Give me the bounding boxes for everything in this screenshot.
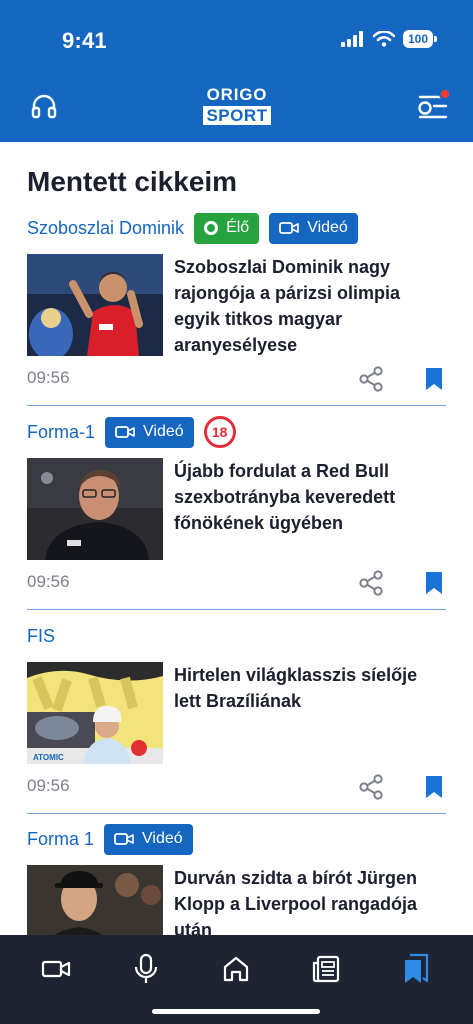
live-badge[interactable]: Élő	[194, 212, 260, 244]
nav-home[interactable]	[216, 949, 256, 989]
home-indicator	[152, 1009, 320, 1014]
headphones-button[interactable]	[24, 86, 64, 126]
article-time: 09:56	[27, 368, 70, 387]
nav-saved[interactable]	[396, 949, 436, 989]
nav-podcast[interactable]	[126, 949, 166, 989]
article-time: 09:56	[27, 776, 70, 795]
video-badge[interactable]: Videó	[104, 823, 193, 855]
nav-articles[interactable]	[306, 949, 346, 989]
video-badge-label: Videó	[143, 423, 184, 440]
battery-indicator: 100	[402, 30, 438, 48]
divider	[27, 405, 446, 406]
article-time: 09:56	[27, 572, 70, 591]
coach-photo	[27, 865, 163, 935]
category-link[interactable]: Forma 1	[27, 829, 94, 850]
category-link[interactable]: Szoboszlai Dominik	[27, 218, 184, 239]
status-time: 9:41	[62, 28, 107, 53]
video-badge[interactable]: Videó	[105, 416, 194, 448]
article-headline[interactable]: Újabb fordulat a Red Bull szexbotrányba …	[174, 458, 444, 536]
skier-photo: ATOMIC	[27, 662, 163, 764]
video-badge-label: Videó	[307, 219, 348, 236]
video-camera-icon	[114, 833, 134, 845]
team-principal-photo	[27, 458, 163, 560]
live-badge-label: Élő	[226, 219, 250, 236]
logo-text-bottom: SPORT	[203, 106, 271, 125]
saved-articles-list[interactable]: Mentett cikkeim Szoboszlai Dominik Élő V…	[0, 142, 473, 935]
divider	[27, 609, 446, 610]
origo-sport-logo[interactable]: ORIGO SPORT	[203, 85, 271, 126]
microphone-icon	[134, 953, 158, 983]
article-tags: Forma-1 Videó 18	[27, 416, 236, 448]
bookmarks-icon	[405, 953, 429, 983]
article-thumbnail[interactable]	[27, 458, 163, 560]
page-title: Mentett cikkeim	[27, 166, 238, 197]
newspaper-icon	[312, 955, 340, 983]
article-thumbnail[interactable]	[27, 254, 163, 356]
video-badge[interactable]: Videó	[269, 212, 358, 244]
article-headline[interactable]: Durván szidta a bírót Jürgen Klopp a Liv…	[174, 865, 444, 935]
article-headline[interactable]: Hirtelen világklasszis síelője lett Braz…	[174, 662, 444, 714]
article-thumbnail[interactable]	[27, 865, 163, 935]
share-icon[interactable]	[358, 774, 384, 800]
divider	[27, 813, 446, 814]
home-icon	[223, 956, 249, 982]
live-dot-icon	[204, 221, 219, 235]
app-header: 9:41 100 ORIGO SPORT	[0, 0, 473, 142]
nav-video[interactable]	[36, 949, 76, 989]
signal-icon	[340, 31, 363, 47]
category-link[interactable]: FIS	[27, 626, 55, 647]
football-player-photo	[27, 254, 163, 356]
menu-button[interactable]	[413, 86, 453, 126]
headphones-icon	[31, 94, 57, 119]
bookmark-icon[interactable]	[424, 774, 444, 800]
bookmark-icon[interactable]	[424, 366, 444, 392]
article-tags: Szoboszlai Dominik Élő Videó	[27, 212, 358, 244]
video-badge-label: Videó	[142, 830, 183, 847]
svg-text:ATOMIC: ATOMIC	[33, 753, 64, 762]
age-restriction-badge: 18	[203, 416, 236, 448]
logo-text-top: ORIGO	[206, 85, 268, 104]
category-link[interactable]: Forma-1	[27, 422, 95, 443]
share-icon[interactable]	[358, 570, 384, 596]
article-tags: Forma 1 Videó	[27, 823, 193, 855]
video-camera-icon	[115, 426, 135, 438]
article-headline[interactable]: Szoboszlai Dominik nagy rajongója a pári…	[174, 254, 444, 358]
article-thumbnail[interactable]: ATOMIC	[27, 662, 163, 764]
notification-dot	[439, 88, 451, 100]
bookmark-icon[interactable]	[424, 570, 444, 596]
video-icon	[41, 960, 71, 978]
article-tags: FIS	[27, 620, 55, 652]
video-camera-icon	[279, 222, 299, 234]
share-icon[interactable]	[358, 366, 384, 392]
status-icons: 100	[340, 30, 438, 48]
wifi-icon	[372, 31, 395, 47]
